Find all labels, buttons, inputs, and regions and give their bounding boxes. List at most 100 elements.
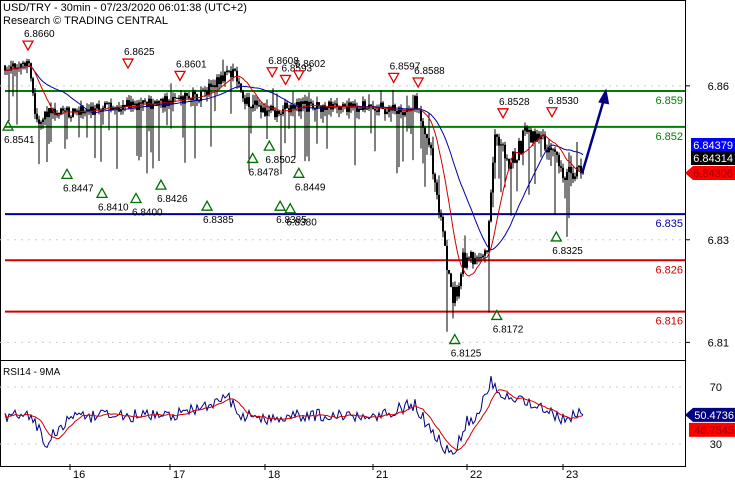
low-label: 6.8426 (157, 194, 188, 205)
resistance-marker-triangle (387, 72, 400, 84)
price-bar-body (490, 192, 492, 222)
price-bar-body (474, 258, 476, 265)
price-bar-body (486, 250, 488, 252)
price-bar-body (374, 108, 376, 111)
price-bar-body (470, 251, 472, 259)
level-label: 6.835 (655, 218, 683, 230)
price-bar-body (22, 62, 24, 64)
rsi-title: RSI14 - 9MA (3, 367, 61, 378)
price-bar-body (506, 158, 508, 160)
price-bar-body (556, 151, 558, 155)
price-bar-body (64, 110, 66, 112)
level-label: 6.826 (655, 264, 683, 276)
price-bar-body (450, 273, 452, 287)
x-tick-label: 21 (376, 469, 388, 480)
price-bar-body (320, 106, 322, 112)
price-bar-body (66, 107, 68, 111)
resistance-marker-triangle (21, 40, 35, 52)
price-bar-body (304, 100, 306, 104)
price-bar-body (518, 141, 520, 161)
price-bar-body (434, 174, 436, 183)
price-bar-body (444, 231, 446, 246)
price-bar-body (364, 101, 366, 110)
price-bar-body (404, 111, 406, 116)
price-bar-body (264, 107, 266, 116)
price-bar-body (386, 111, 388, 115)
price-bar-body (504, 144, 506, 159)
price-bar-body (430, 144, 432, 149)
price-bar-body (396, 110, 398, 114)
price-bar-body (240, 83, 242, 92)
rsi-panel-frame (0, 360, 686, 467)
price-bar-body (84, 112, 86, 114)
price-bar-body (330, 101, 332, 110)
price-bar-body (524, 127, 526, 131)
price-bar-body (32, 78, 34, 94)
candlestick-bars (4, 58, 584, 332)
support-marker-triangle (1, 119, 15, 131)
support-marker-triangle (550, 230, 563, 242)
price-bar-body (484, 250, 486, 256)
price-bar-body (520, 141, 522, 154)
price-bar-body (268, 110, 270, 112)
price-bar-body (94, 108, 96, 115)
price-bar-body (310, 101, 312, 104)
price-chart: 6.86 6.83 6.81 70 30 16 17 18 21 22 23 6.859 6.852 6.… (0, 0, 735, 480)
price-bar-body (530, 129, 532, 143)
support-marker-triangle (60, 168, 74, 180)
price-bar-body (238, 81, 240, 84)
low-label: 6.8385 (203, 215, 234, 226)
price-bar-body (40, 122, 42, 124)
support-marker-triangle (263, 139, 276, 151)
price-bar-body (472, 251, 474, 265)
price-bar-body (34, 93, 36, 114)
price-bar-body (358, 108, 360, 112)
price-bar-body (204, 89, 206, 92)
price-bar-body (132, 101, 134, 106)
price-bar-body (370, 104, 372, 106)
price-bar-body (210, 83, 212, 87)
price-bar-body (334, 103, 336, 105)
price-bar-body (26, 61, 28, 66)
price-bar-body (456, 287, 458, 297)
price-bar-body (106, 102, 108, 104)
price-bar-body (442, 216, 444, 232)
price-bar-body (578, 165, 580, 168)
price-bar-body (108, 102, 110, 104)
price-panel-frame (0, 0, 686, 361)
price-bar-body (478, 257, 480, 259)
price-bar-body (274, 110, 276, 118)
price-bar-body (300, 101, 302, 112)
price-bar-body (436, 182, 438, 195)
price-bar-body (464, 252, 466, 268)
price-bar-body (222, 75, 224, 82)
price-bar-body (532, 131, 534, 143)
price-bar-body (258, 105, 260, 107)
support-marker-triangle (129, 192, 143, 204)
price-bar-body (438, 194, 440, 213)
price-bar-body (360, 108, 362, 110)
price-bar-body (498, 136, 500, 146)
price-bar-body (110, 102, 112, 110)
price-bar-body (254, 100, 256, 105)
price-bar-body (552, 149, 554, 151)
price-bar-body (534, 131, 536, 142)
price-bar-body (554, 149, 556, 152)
price-bar-body (276, 110, 278, 118)
price-bar-body (480, 257, 482, 259)
price-bar-body (376, 110, 378, 112)
price-bar-body (62, 108, 64, 111)
price-bar-body (422, 121, 424, 128)
moving-average-fast (4, 65, 584, 277)
price-bar-body (414, 96, 416, 109)
price-bar-body (96, 104, 98, 109)
price-bar-body (452, 286, 454, 304)
price-bar-body (216, 77, 218, 88)
resistance-marker-triangle (173, 70, 187, 82)
price-bar-body (340, 107, 342, 110)
price-bar-body (446, 245, 448, 271)
price-bar-body (494, 134, 496, 163)
price-bar-body (164, 96, 166, 108)
x-tick-label: 22 (470, 469, 482, 480)
high-label: 6.8530 (548, 96, 579, 107)
